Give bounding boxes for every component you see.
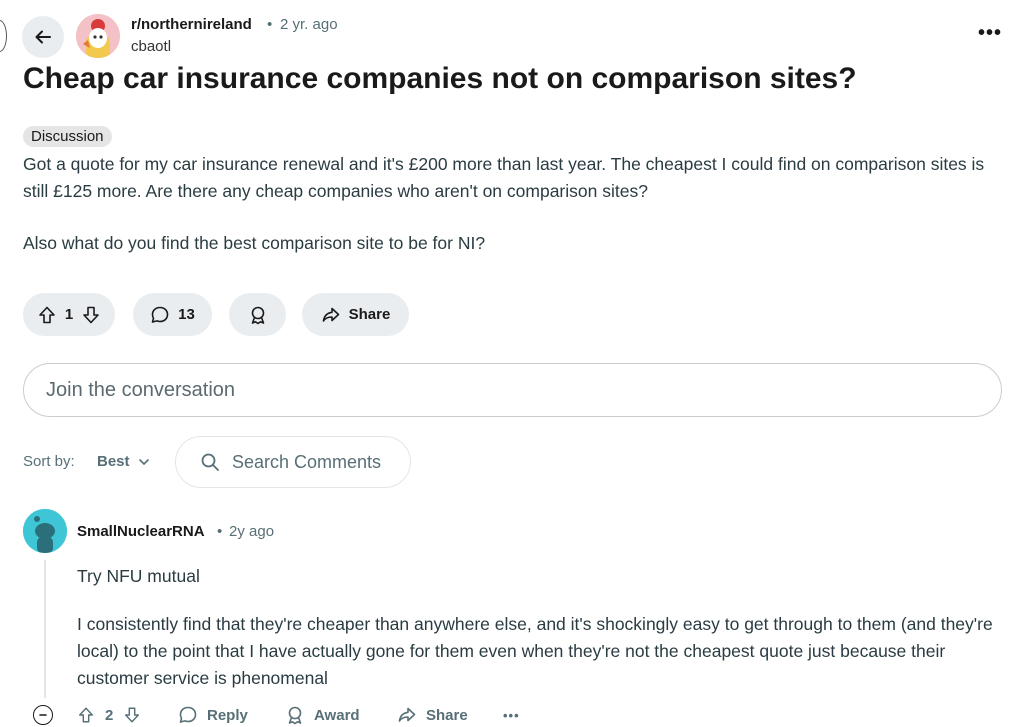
award-label: Award (314, 706, 360, 724)
comment-vote-count: 2 (105, 706, 114, 724)
subreddit-avatar[interactable] (76, 14, 120, 58)
arrow-up-icon (39, 306, 55, 323)
post-author[interactable]: cbaotl (131, 38, 171, 55)
post-body-paragraph: Got a quote for my car insurance renewal… (23, 154, 985, 201)
meta-separator: • (217, 523, 223, 540)
comment-paragraph: Try NFU mutual (77, 566, 200, 586)
comment-bubble-icon (151, 306, 169, 323)
collapse-thread-button[interactable] (33, 705, 53, 725)
comment-upvote-button[interactable] (77, 706, 95, 724)
award-button[interactable] (229, 293, 286, 336)
share-label: Share (426, 706, 468, 724)
comment-more-button[interactable]: ••• (503, 703, 520, 727)
post-age: 2 yr. ago (280, 16, 338, 33)
avatar[interactable] (23, 509, 67, 553)
post-body: Got a quote for my car insurance renewal… (23, 151, 1003, 282)
search-placeholder: Search Comments (232, 451, 382, 472)
arrow-down-icon (83, 306, 99, 323)
comment-award-button[interactable]: Award (285, 703, 360, 727)
join-conversation-input[interactable]: Join the conversation (23, 363, 1002, 417)
vote-control: 1 (23, 293, 115, 336)
comment-age: 2y ago (229, 523, 275, 540)
post-title: Cheap car insurance companies not on com… (23, 62, 857, 95)
reply-button[interactable]: Reply (178, 703, 248, 727)
share-label: Share (348, 306, 391, 323)
share-arrow-icon (398, 707, 416, 722)
search-comments-input[interactable]: Search Comments (175, 436, 411, 488)
chevron-down-icon (138, 458, 149, 465)
snoo-avatar-icon (23, 509, 67, 553)
comment-share-button[interactable]: Share (397, 703, 468, 727)
post-body-paragraph: Also what do you find the best compariso… (23, 233, 486, 253)
sort-dropdown[interactable]: Best (97, 453, 150, 470)
award-icon (288, 706, 302, 725)
post-flair[interactable]: Discussion (23, 126, 112, 147)
back-button[interactable] (22, 16, 64, 58)
arrow-left-icon (35, 30, 51, 44)
comments-button[interactable]: 13 (133, 293, 212, 336)
comment-body: Try NFU mutual I consistently find that … (77, 563, 997, 713)
upvote-button[interactable] (37, 305, 57, 325)
sort-value: Best (97, 453, 130, 470)
comment-author[interactable]: SmallNuclearRNA (77, 523, 205, 540)
comment-paragraph: I consistently find that they're cheaper… (77, 614, 993, 688)
comment-downvote-button[interactable] (123, 706, 141, 724)
vote-count: 1 (64, 306, 74, 323)
award-icon (251, 306, 264, 324)
reply-label: Reply (207, 706, 248, 724)
sort-label: Sort by: (23, 453, 75, 470)
subreddit-logo-icon (76, 14, 120, 58)
subreddit-name[interactable]: r/northernireland (131, 16, 252, 33)
thread-line[interactable] (44, 560, 46, 698)
comment-bubble-icon (179, 706, 197, 723)
downvote-button[interactable] (81, 305, 101, 325)
more-options-button[interactable]: ••• (978, 22, 1002, 45)
minus-icon (39, 714, 47, 716)
share-button[interactable]: Share (302, 293, 409, 336)
meta-separator: • (267, 16, 273, 33)
search-icon (201, 453, 219, 471)
share-arrow-icon (322, 307, 339, 322)
arrow-down-icon (125, 707, 140, 723)
comment-vote-control: 2 (77, 703, 141, 727)
comment-count: 13 (178, 306, 195, 323)
arrow-up-icon (78, 707, 94, 723)
window-edge-fragment (0, 20, 7, 52)
